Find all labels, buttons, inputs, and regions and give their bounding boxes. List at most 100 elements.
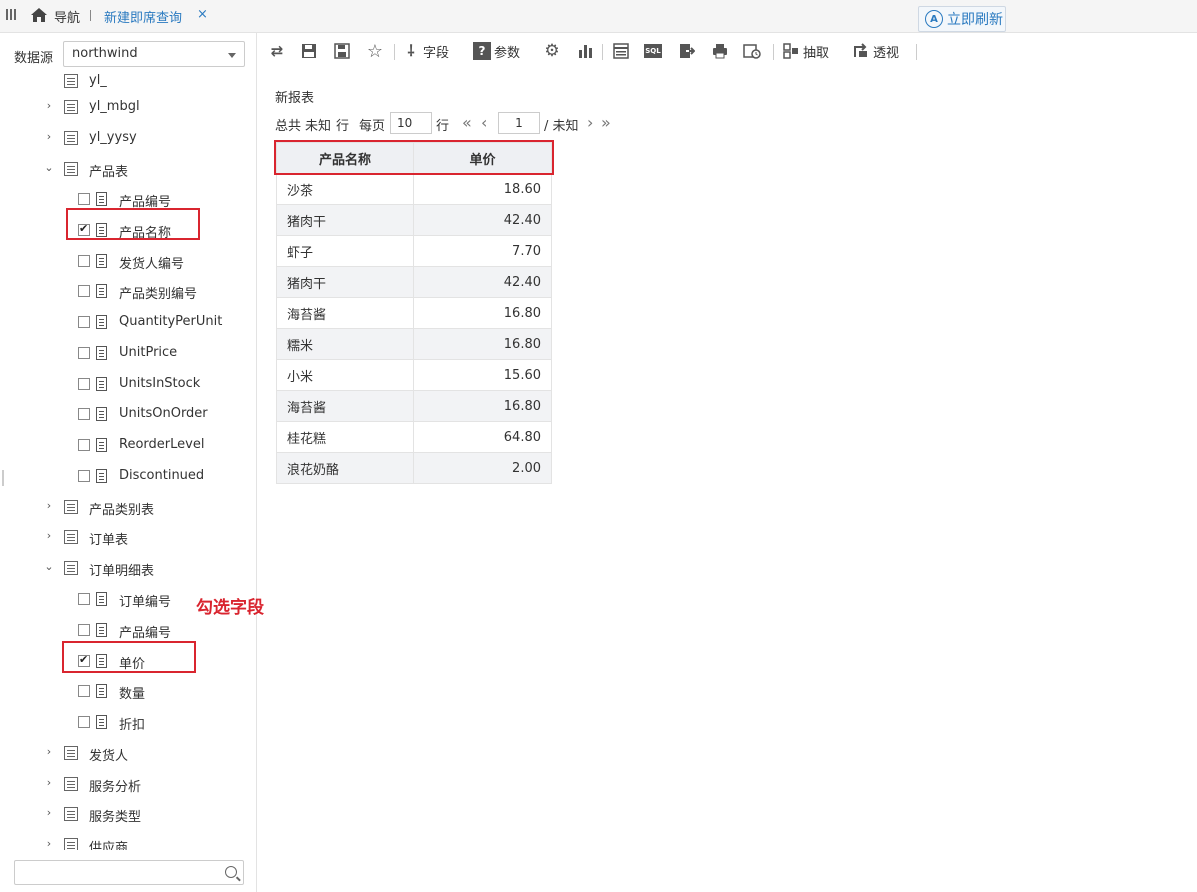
tree-item-table[interactable]: ⌄ 产品表 <box>0 154 256 184</box>
params-button[interactable]: ? 参数 <box>473 41 520 61</box>
tree-item-table[interactable]: › 服务类型 <box>0 799 256 829</box>
tree-item-field[interactable]: UnitsOnOrder <box>0 399 256 429</box>
table-row: 小米 15.60 <box>276 359 552 391</box>
tree-item-field[interactable]: UnitPrice <box>0 338 256 368</box>
cell-product-name[interactable]: 海苔酱 <box>276 297 414 329</box>
cell-unit-price[interactable]: 15.60 <box>413 359 552 391</box>
tree-item-field[interactable]: 发货人编号 <box>0 246 256 276</box>
cell-product-name[interactable]: 虾子 <box>276 235 414 267</box>
favorite-button[interactable]: ☆ <box>366 41 384 62</box>
cell-product-name[interactable]: 糯米 <box>276 328 414 360</box>
save-as-button[interactable] <box>333 41 351 61</box>
cell-unit-price[interactable]: 18.60 <box>413 173 552 205</box>
field-checkbox[interactable] <box>78 470 90 482</box>
cell-product-name[interactable]: 浪花奶酪 <box>276 452 414 484</box>
sql-button[interactable]: SQL <box>644 41 662 61</box>
refresh-now-button[interactable]: A 立即刷新 <box>918 6 1006 32</box>
search-icon[interactable] <box>225 866 237 878</box>
prev-page-icon[interactable]: ‹ <box>481 113 487 132</box>
chevron-right-icon[interactable]: › <box>44 100 54 112</box>
chevron-right-icon[interactable]: › <box>44 530 54 542</box>
tree-item-table[interactable]: › yl_yysy <box>0 123 256 153</box>
cell-unit-price[interactable]: 42.40 <box>413 266 552 298</box>
tree-item-field[interactable]: ReorderLevel <box>0 430 256 460</box>
print-button[interactable] <box>711 41 729 61</box>
tree-item-field[interactable]: Discontinued <box>0 461 256 491</box>
chevron-down-icon[interactable]: ⌄ <box>44 162 54 174</box>
tree-item-table[interactable]: › 供应商 <box>0 830 256 850</box>
field-checkbox[interactable] <box>78 624 90 636</box>
tab-new-adhoc-query[interactable]: 新建即席查询 <box>104 7 182 26</box>
menu-toggle-icon[interactable] <box>6 9 16 20</box>
field-checkbox[interactable] <box>78 593 90 605</box>
column-header-product-name[interactable]: 产品名称 <box>276 142 414 174</box>
field-checkbox[interactable] <box>78 316 90 328</box>
pivot-button[interactable]: 透视 <box>852 41 899 61</box>
tree-item-field[interactable]: UnitsInStock <box>0 369 256 399</box>
tree-item-table[interactable]: › 产品类别表 <box>0 492 256 522</box>
fields-button[interactable]: ⸸ 字段 <box>402 41 449 61</box>
cell-product-name[interactable]: 猪肉干 <box>276 204 414 236</box>
table-icon <box>64 777 78 791</box>
tree-item-table[interactable]: ⌄ 订单明细表 <box>0 553 256 583</box>
cell-unit-price[interactable]: 42.40 <box>413 204 552 236</box>
field-checkbox[interactable] <box>78 685 90 697</box>
chevron-right-icon[interactable]: › <box>44 500 54 512</box>
tab-close-icon[interactable]: × <box>197 7 208 22</box>
cell-unit-price[interactable]: 7.70 <box>413 235 552 267</box>
chevron-right-icon[interactable]: › <box>44 807 54 819</box>
tree-item-table[interactable]: › yl_mbgl <box>0 92 256 122</box>
home-icon[interactable] <box>30 6 48 24</box>
datasource-select[interactable]: northwind <box>63 41 245 67</box>
tree-item-table[interactable]: › 服务分析 <box>0 769 256 799</box>
field-checkbox[interactable] <box>78 285 90 297</box>
field-checkbox[interactable] <box>78 347 90 359</box>
field-checkbox[interactable] <box>78 378 90 390</box>
tree-item-field[interactable]: 折扣 <box>0 707 256 737</box>
refresh-data-button[interactable]: ⇄ <box>268 41 286 61</box>
settings-button[interactable]: ⚙ <box>543 41 561 61</box>
cell-product-name[interactable]: 猪肉干 <box>276 266 414 298</box>
layout-button[interactable] <box>612 41 630 61</box>
chevron-right-icon[interactable]: › <box>44 777 54 789</box>
first-page-icon[interactable]: « <box>462 113 472 132</box>
page-number-input[interactable] <box>498 112 540 134</box>
tree-item-field[interactable]: QuantityPerUnit <box>0 307 256 337</box>
cell-unit-price[interactable]: 16.80 <box>413 390 552 422</box>
next-page-icon[interactable]: › <box>587 113 593 132</box>
chevron-right-icon[interactable]: › <box>44 838 54 850</box>
field-checkbox[interactable] <box>78 408 90 420</box>
export-button[interactable] <box>678 41 696 61</box>
cell-product-name[interactable]: 海苔酱 <box>276 390 414 422</box>
chevron-right-icon[interactable]: › <box>44 131 54 143</box>
tree-item-table[interactable]: › 发货人 <box>0 738 256 768</box>
field-search-input[interactable] <box>14 860 244 885</box>
save-button[interactable] <box>300 41 318 61</box>
field-icon <box>96 254 107 268</box>
last-page-icon[interactable]: » <box>601 113 611 132</box>
chevron-right-icon[interactable]: › <box>44 746 54 758</box>
chart-button[interactable] <box>576 41 594 61</box>
field-checkbox[interactable] <box>78 255 90 267</box>
field-checkbox[interactable] <box>78 716 90 728</box>
cell-product-name[interactable]: 小米 <box>276 359 414 391</box>
nav-home-label[interactable]: 导航 <box>54 7 80 26</box>
tree-item-table[interactable]: › 订单表 <box>0 522 256 552</box>
cell-unit-price[interactable]: 64.80 <box>413 421 552 453</box>
cell-unit-price[interactable]: 16.80 <box>413 328 552 360</box>
extract-button[interactable]: 抽取 <box>782 41 829 61</box>
tree-item-field[interactable]: 数量 <box>0 676 256 706</box>
panel-resize-handle[interactable] <box>2 470 4 486</box>
column-header-unit-price[interactable]: 单价 <box>413 142 552 174</box>
cell-unit-price[interactable]: 16.80 <box>413 297 552 329</box>
tree-item-field[interactable]: 产品类别编号 <box>0 276 256 306</box>
per-page-input[interactable] <box>390 112 432 134</box>
cell-product-name[interactable]: 沙茶 <box>276 173 414 205</box>
schedule-button[interactable] <box>743 41 761 61</box>
field-checkbox[interactable] <box>78 439 90 451</box>
cell-product-name[interactable]: 桂花糕 <box>276 421 414 453</box>
tree-item-label: 订单编号 <box>119 595 172 610</box>
cell-unit-price[interactable]: 2.00 <box>413 452 552 484</box>
chevron-down-icon[interactable]: ⌄ <box>44 561 54 573</box>
field-checkbox[interactable] <box>78 193 90 205</box>
